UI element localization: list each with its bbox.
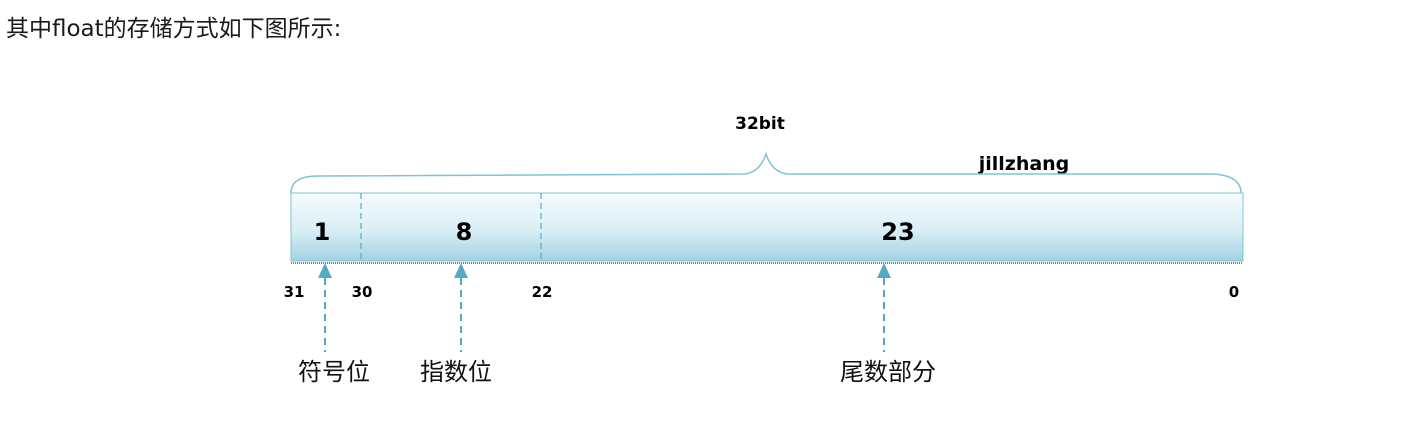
field-sign-bits: 1 xyxy=(314,218,331,246)
float-storage-diagram: 32bit jillzhang 1 8 23 31 30 22 0 符号位 指数… xyxy=(284,114,1244,386)
field-mantissa-bits: 23 xyxy=(881,218,914,246)
bit-index-31: 31 xyxy=(284,283,305,301)
arrow-mantissa xyxy=(877,263,891,352)
arrow-exponent xyxy=(454,263,468,352)
bit-index-22: 22 xyxy=(532,283,553,301)
bit-index-30: 30 xyxy=(352,283,373,301)
label-sign-bit: 符号位 xyxy=(298,358,370,386)
total-bits-label: 32bit xyxy=(735,114,785,134)
label-mantissa: 尾数部分 xyxy=(840,358,936,386)
label-exponent-bits: 指数位 xyxy=(420,358,492,386)
field-exponent-bits: 8 xyxy=(456,218,473,246)
arrow-sign xyxy=(318,263,332,352)
brace xyxy=(290,151,1242,194)
watermark-text: jillzhang xyxy=(978,153,1070,175)
bit-index-0: 0 xyxy=(1229,283,1239,301)
bit-bar xyxy=(290,192,1244,262)
